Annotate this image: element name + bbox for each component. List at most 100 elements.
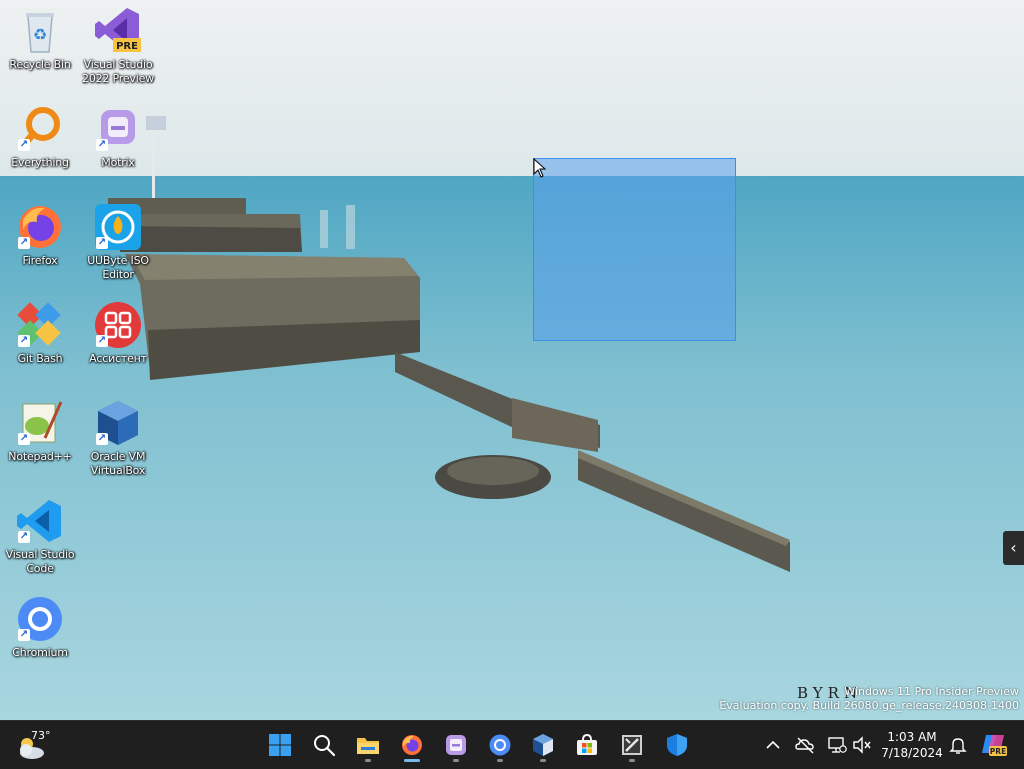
network-monitor-icon xyxy=(828,737,847,753)
desktop-icon-label: Notepad++ xyxy=(8,450,72,463)
desktop-icon-git-bash[interactable]: ↗ Git Bash xyxy=(0,300,80,366)
notification-bell-icon xyxy=(949,738,967,754)
running-indicator xyxy=(629,759,635,762)
shortcut-arrow-icon: ↗ xyxy=(18,237,30,249)
desktop-icon-assistant[interactable]: ↗ Ассистент xyxy=(78,300,158,366)
desktop-icon-label: Oracle VM VirtualBox xyxy=(90,450,146,477)
desktop-icon-label: UUByte ISO Editor xyxy=(87,254,149,281)
shortcut-arrow-icon: ↗ xyxy=(18,629,30,641)
desktop-icon-firefox[interactable]: ↗ Firefox xyxy=(0,202,80,268)
pre-badge: PRE xyxy=(990,747,1006,756)
everything-search-icon: ↗ xyxy=(15,104,65,154)
notifications-button[interactable] xyxy=(947,734,969,756)
shortcut-arrow-icon: ↗ xyxy=(18,139,30,151)
recycle-bin-icon: ♻ xyxy=(15,6,65,56)
chevron-up-icon xyxy=(766,740,780,749)
taskbar-windows-security[interactable] xyxy=(659,727,695,763)
desktop-icon-label: Motrix xyxy=(101,156,135,169)
store-bag-icon xyxy=(577,733,597,755)
assistant-icon: ↗ xyxy=(93,300,143,350)
terminal-tool-icon xyxy=(622,735,642,755)
motrix-icon xyxy=(446,735,466,755)
desktop-icon-label: Firefox xyxy=(22,254,58,267)
shortcut-arrow-icon: ↗ xyxy=(96,433,108,445)
taskbar-chromium[interactable] xyxy=(482,727,518,763)
copilot-button[interactable]: PRE xyxy=(980,731,1008,759)
desktop-icon-label: Git Bash xyxy=(17,352,63,365)
visual-studio-preview-icon: PRE xyxy=(93,6,143,56)
taskbar-microsoft-store[interactable] xyxy=(569,727,605,763)
taskbar-terminal[interactable] xyxy=(614,727,650,763)
git-bash-icon: ↗ xyxy=(15,300,65,350)
desktop-selection-rectangle xyxy=(533,158,736,341)
search-icon xyxy=(314,735,336,757)
running-indicator xyxy=(453,759,459,762)
side-panel-toggle[interactable]: ‹ xyxy=(1003,531,1024,565)
uubyte-iso-editor-icon: ↗ xyxy=(93,202,143,252)
desktop-icon-label: Everything xyxy=(11,156,69,169)
mouse-pointer-icon xyxy=(533,157,547,182)
volume-tray-button[interactable] xyxy=(851,734,873,756)
notepadpp-icon: ↗ xyxy=(15,398,65,448)
desktop-icon-oracle-vm-virtualbox[interactable]: ↗ Oracle VM VirtualBox xyxy=(78,398,158,478)
pre-badge: PRE xyxy=(116,41,138,52)
desktop-icon-label: Visual Studio Code xyxy=(5,548,75,575)
weather-widget[interactable]: 73° xyxy=(14,729,54,761)
shield-icon xyxy=(667,734,687,756)
svg-text:♻: ♻ xyxy=(33,25,47,44)
desktop-icon-visual-studio-code[interactable]: ↗ Visual Studio Code xyxy=(0,496,80,576)
virtualbox-icon xyxy=(533,734,553,756)
running-indicator xyxy=(540,759,546,762)
folder-icon xyxy=(357,738,379,754)
shortcut-arrow-icon: ↗ xyxy=(18,335,30,347)
desktop-icon-uubyte-iso-editor[interactable]: ↗ UUByte ISO Editor xyxy=(78,202,158,282)
clock-date: 7/18/2024 xyxy=(881,746,943,760)
clock-time: 1:03 AM xyxy=(887,730,937,744)
chromium-icon: ↗ xyxy=(15,594,65,644)
desktop-icon-motrix[interactable]: ↗ Motrix xyxy=(78,104,158,170)
desktop-icon-label: Ассистент xyxy=(89,352,147,365)
firefox-icon: ↗ xyxy=(15,202,65,252)
shortcut-arrow-icon: ↗ xyxy=(18,433,30,445)
desktop-icon-recycle-bin[interactable]: ♻ Recycle Bin xyxy=(0,6,80,72)
network-tray-button[interactable] xyxy=(826,734,848,756)
desktop-icon-label: Recycle Bin xyxy=(9,58,71,71)
shortcut-arrow-icon: ↗ xyxy=(96,237,108,249)
running-indicator xyxy=(497,759,503,762)
cloud-offline-icon xyxy=(795,737,814,754)
desktop-icon-everything[interactable]: ↗ Everything xyxy=(0,104,80,170)
taskbar-file-explorer[interactable] xyxy=(350,727,386,763)
desktop-icon-label: Visual Studio 2022 Preview xyxy=(82,58,154,85)
windows-evaluation-watermark: Windows 11 Pro Insider Preview Evaluatio… xyxy=(719,685,1019,713)
motrix-icon: ↗ xyxy=(93,104,143,154)
firefox-icon xyxy=(402,735,422,755)
taskbar: 73° 1:03 AM 7/18/2024 PRE xyxy=(0,720,1024,769)
taskbar-clock[interactable]: 1:03 AM 7/18/2024 xyxy=(876,729,948,761)
running-indicator xyxy=(365,759,371,762)
speaker-muted-icon xyxy=(853,736,871,754)
taskbar-firefox[interactable] xyxy=(394,727,430,763)
copilot-icon: PRE xyxy=(982,735,1007,756)
desktop-icon-notepadpp[interactable]: ↗ Notepad++ xyxy=(0,398,80,464)
taskbar-virtualbox[interactable] xyxy=(525,727,561,763)
watermark-build: Evaluation copy. Build 26080.ge_release.… xyxy=(719,699,1019,712)
weather-temperature: 73° xyxy=(31,729,51,742)
watermark-edition: Windows 11 Pro Insider Preview xyxy=(844,685,1019,698)
start-button[interactable] xyxy=(262,727,298,763)
chromium-icon xyxy=(489,734,511,756)
virtualbox-icon: ↗ xyxy=(93,398,143,448)
desktop-icon-label: Chromium xyxy=(12,646,68,659)
shortcut-arrow-icon: ↗ xyxy=(96,335,108,347)
chevron-left-icon: ‹ xyxy=(1010,538,1017,557)
windows-logo-icon xyxy=(269,734,291,756)
show-hidden-icons-button[interactable] xyxy=(762,734,784,756)
shortcut-arrow-icon: ↗ xyxy=(18,531,30,543)
search-button[interactable] xyxy=(306,727,342,763)
vscode-icon: ↗ xyxy=(15,496,65,546)
desktop-icon-visual-studio-2022-preview[interactable]: PRE Visual Studio 2022 Preview xyxy=(78,6,158,86)
running-indicator-active xyxy=(404,759,420,762)
taskbar-motrix[interactable] xyxy=(438,727,474,763)
shortcut-arrow-icon: ↗ xyxy=(96,139,108,151)
onedrive-tray-button[interactable] xyxy=(794,734,816,756)
desktop-icon-chromium[interactable]: ↗ Chromium xyxy=(0,594,80,660)
